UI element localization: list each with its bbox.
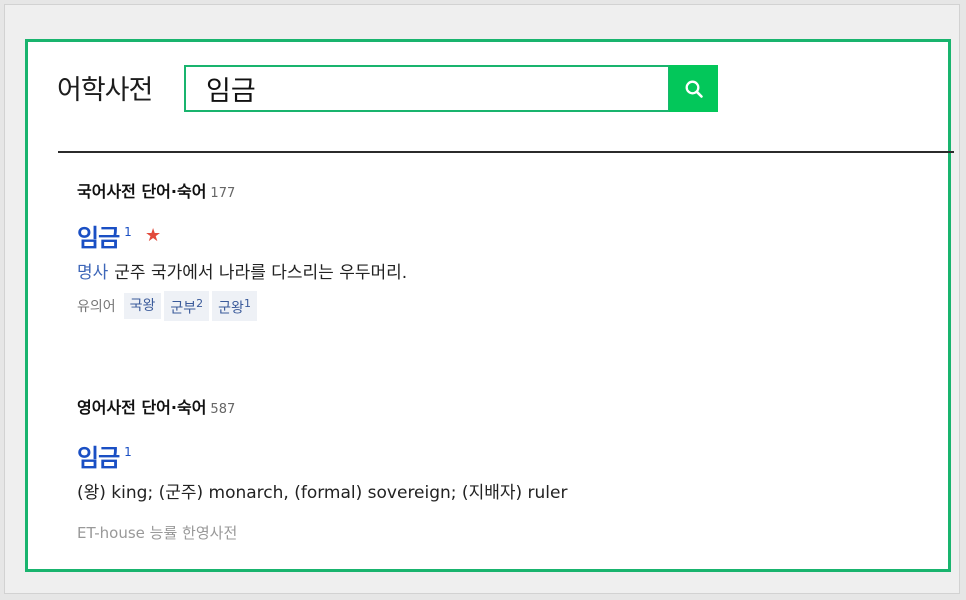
english-headword-link[interactable]: 임금 1 [77, 438, 132, 473]
korean-homonym-number: 1 [124, 225, 132, 239]
dictionary-source: ET-house 능률 한영사전 [77, 524, 238, 542]
synonym-link[interactable]: 군부2 [164, 290, 210, 322]
search-button[interactable] [669, 65, 718, 112]
english-section-label: 영어사전 단어·숙어 [77, 398, 207, 417]
english-section-title: 영어사전 단어·숙어 587 [77, 394, 235, 418]
korean-headword: 임금 [77, 224, 120, 252]
dictionary-title: 어학사전 [57, 75, 153, 106]
korean-headword-link[interactable]: 임금 1 [77, 218, 132, 253]
search-box [184, 65, 670, 112]
english-definition: (왕) king; (군주) monarch, (formal) soverei… [77, 483, 568, 503]
synonym-link[interactable]: 군왕1 [212, 290, 257, 322]
synonym-row: 유의어 국왕 군부2 군왕1 [77, 290, 260, 322]
english-homonym-number: 1 [124, 445, 132, 459]
synonym-number: 2 [196, 296, 204, 310]
search-header: 어학사전 [28, 42, 948, 156]
header-divider [58, 151, 954, 153]
search-icon [685, 80, 703, 98]
korean-definition: 명사 군주 국가에서 나라를 다스리는 우두머리. [77, 258, 407, 283]
search-input[interactable] [186, 67, 668, 110]
synonym-word: 군왕 [218, 300, 244, 317]
dictionary-panel: 어학사전 국어사전 단어·숙어177 임금 1 ★ 명사군주 국가에서 나라를 다… [25, 39, 954, 572]
synonym-number: 1 [243, 296, 251, 310]
korean-section-label: 국어사전 단어·숙어 [77, 182, 207, 201]
synonym-link[interactable]: 국왕 [123, 293, 162, 319]
window-frame: 어학사전 국어사전 단어·숙어177 임금 1 ★ 명사군주 국가에서 나라를 다… [4, 4, 960, 594]
synonym-word: 국왕 [129, 298, 156, 314]
synonym-label: 유의어 [77, 299, 116, 315]
part-of-speech: 명사 [77, 263, 109, 283]
korean-section-title: 국어사전 단어·숙어 177 [77, 178, 235, 202]
star-icon[interactable]: ★ [145, 225, 161, 246]
english-section-count: 587 [210, 402, 236, 417]
korean-section-count: 177 [210, 186, 236, 201]
synonym-word: 군부 [170, 300, 197, 317]
korean-definition-text: 군주 국가에서 나라를 다스리는 우두머리. [114, 263, 408, 283]
english-headword: 임금 [77, 444, 120, 472]
